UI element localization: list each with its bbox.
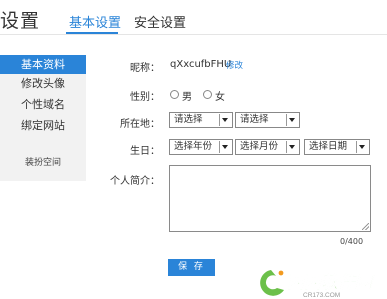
chevron-down-icon	[356, 141, 368, 153]
birth-month-select-value: 选择月份	[240, 141, 279, 152]
resize-handle-icon[interactable]	[362, 223, 369, 230]
gender-label: 性别：	[130, 92, 160, 103]
chevron-down-icon	[219, 114, 231, 126]
watermark-text: 西西软件园	[287, 273, 375, 292]
city-select-value: 请选择	[240, 114, 269, 125]
province-select-value: 请选择	[174, 114, 203, 125]
city-select[interactable]: 请选择	[235, 112, 300, 128]
birthday-label: 生日：	[130, 146, 160, 157]
save-button[interactable]: 保 存	[168, 259, 215, 276]
bio-textarea[interactable]	[169, 165, 371, 232]
sidebar-item-custom-domain[interactable]: 个性域名	[0, 95, 86, 114]
birth-day-select[interactable]: 选择日期	[304, 139, 370, 155]
nickname-value: qXxcufbFHU	[170, 59, 232, 70]
sidebar-item-change-avatar[interactable]: 修改头像	[0, 74, 86, 93]
chevron-down-icon	[286, 141, 298, 153]
gender-female-radio[interactable]	[203, 90, 212, 99]
nickname-label: 昵称：	[130, 63, 160, 74]
birth-year-select[interactable]: 选择年份	[169, 139, 233, 155]
tab-basic-settings[interactable]: 基本设置	[69, 12, 121, 31]
bio-character-counter: 0/400	[340, 237, 364, 246]
birth-year-select-value: 选择年份	[174, 141, 213, 152]
chevron-down-icon	[219, 141, 231, 153]
sidebar-item-bind-website[interactable]: 绑定网站	[0, 116, 86, 135]
bio-label: 个人简介：	[110, 176, 160, 187]
active-tab-indicator	[66, 32, 118, 34]
header-divider	[0, 34, 387, 35]
tab-security-settings[interactable]: 安全设置	[134, 12, 186, 31]
gender-male-radio[interactable]	[170, 90, 179, 99]
gender-female-label: 女	[215, 92, 225, 103]
province-select[interactable]: 请选择	[169, 112, 233, 128]
edit-nickname-link[interactable]: 修改	[226, 59, 243, 71]
sidebar-item-decorate-space[interactable]: 装扮空间	[0, 155, 86, 168]
birth-month-select[interactable]: 选择月份	[235, 139, 300, 155]
watermark-subtext: CR173.COM	[303, 292, 340, 299]
site-watermark-logo: 西西软件园 CR173.COM	[260, 270, 375, 299]
chevron-down-icon	[286, 114, 298, 126]
sidebar-item-basic-info[interactable]: 基本资料	[0, 55, 86, 74]
page-title: 设置	[0, 10, 41, 32]
location-label: 所在地：	[120, 119, 160, 130]
birth-day-select-value: 选择日期	[309, 141, 348, 152]
gender-male-label: 男	[182, 92, 192, 103]
